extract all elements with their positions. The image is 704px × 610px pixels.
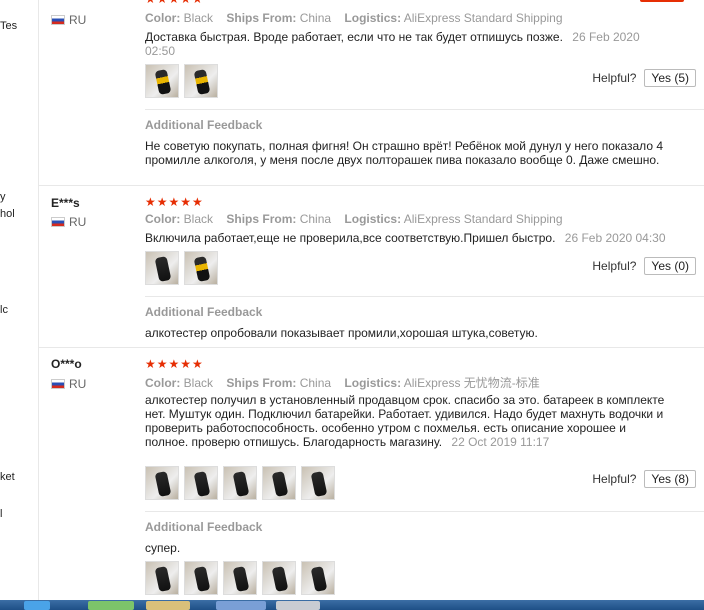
review-item: E***s RU ★★★★★ Color: Black Ships From: … bbox=[39, 186, 704, 348]
logistics-label: Logistics: bbox=[344, 11, 402, 25]
review-meta: Color: Black Ships From: China Logistics… bbox=[145, 11, 573, 25]
review-meta: Color: Black Ships From: China Logistics… bbox=[145, 374, 550, 391]
review-photos bbox=[145, 466, 335, 500]
feedback-photo-thumb[interactable] bbox=[262, 561, 296, 595]
review-text: Доставка быстрая. Вроде работает, если ч… bbox=[145, 30, 663, 58]
reviewer-name: E***s bbox=[51, 196, 80, 210]
helpful-label: Helpful? bbox=[592, 472, 637, 486]
color-value: Black bbox=[183, 376, 214, 390]
gutter-text: hol bbox=[0, 208, 15, 220]
additional-feedback-text: алкотестер опробовали показывает промили… bbox=[145, 326, 538, 340]
app-icon[interactable] bbox=[88, 601, 134, 610]
logistics-value: AliExpress Standard Shipping bbox=[403, 212, 563, 226]
review-photos bbox=[145, 251, 218, 285]
helpful-section: Helpful? Yes (5) bbox=[592, 69, 696, 87]
review-photo-thumb[interactable] bbox=[184, 64, 218, 98]
reviewer-country: RU bbox=[51, 13, 86, 27]
ships-from-label: Ships From: bbox=[226, 376, 297, 390]
gutter-text: lc bbox=[0, 304, 8, 316]
review-photo-thumb[interactable] bbox=[262, 466, 296, 500]
app-icon[interactable] bbox=[276, 601, 320, 610]
review-body: Доставка быстрая. Вроде работает, если ч… bbox=[145, 30, 563, 44]
review-meta: Color: Black Ships From: China Logistics… bbox=[145, 212, 573, 226]
reviewer-country: RU bbox=[51, 377, 86, 391]
gutter-text: ket bbox=[0, 471, 15, 483]
feedback-divider bbox=[145, 109, 704, 110]
country-code: RU bbox=[69, 215, 87, 229]
ships-from-value: China bbox=[299, 212, 332, 226]
review-photo-thumb[interactable] bbox=[145, 466, 179, 500]
color-value: Black bbox=[183, 11, 214, 25]
review-date: 22 Oct 2019 11:17 bbox=[451, 435, 550, 449]
logistics-label: Logistics: bbox=[344, 376, 402, 390]
color-label: Color: bbox=[145, 11, 181, 25]
color-value: Black bbox=[183, 212, 214, 226]
helpful-yes-button[interactable]: Yes (0) bbox=[644, 257, 696, 275]
rating-stars: ★★★★★ bbox=[145, 195, 204, 209]
feedback-divider bbox=[145, 511, 704, 512]
review-photo-thumb[interactable] bbox=[184, 251, 218, 285]
additional-feedback-label: Additional Feedback bbox=[145, 118, 263, 132]
feedback-photo-thumb[interactable] bbox=[184, 561, 218, 595]
gutter-text: l bbox=[0, 508, 3, 520]
review-item: ★★★★★ RU Color: Black Ships From: China … bbox=[39, 0, 704, 186]
review-photo-thumb[interactable] bbox=[184, 466, 218, 500]
feedback-photos bbox=[145, 561, 335, 595]
review-photo-thumb[interactable] bbox=[145, 251, 179, 285]
review-item: O***o RU ★★★★★ Color: Black Ships From: … bbox=[39, 348, 704, 600]
reviewer-name: O***o bbox=[51, 357, 82, 371]
rating-stars: ★★★★★ bbox=[145, 0, 204, 6]
country-code: RU bbox=[69, 377, 87, 391]
helpful-yes-button[interactable]: Yes (5) bbox=[644, 69, 696, 87]
helpful-section: Helpful? Yes (8) bbox=[592, 470, 696, 488]
additional-feedback-label: Additional Feedback bbox=[145, 520, 263, 534]
review-body: алкотестер получил в установленный прода… bbox=[145, 393, 665, 449]
feedback-divider bbox=[145, 296, 704, 297]
feedback-photo-thumb[interactable] bbox=[145, 561, 179, 595]
ships-from-label: Ships From: bbox=[226, 212, 297, 226]
color-label: Color: bbox=[145, 212, 181, 226]
helpful-yes-button[interactable]: Yes (8) bbox=[644, 470, 696, 488]
country-code: RU bbox=[69, 13, 87, 27]
ru-flag-icon bbox=[51, 15, 65, 25]
feedback-photo-thumb[interactable] bbox=[301, 561, 335, 595]
additional-feedback-text: супер. bbox=[145, 541, 181, 555]
review-photos bbox=[145, 64, 218, 98]
review-date: 26 Feb 2020 04:30 bbox=[564, 231, 666, 245]
ie-icon[interactable] bbox=[24, 601, 50, 610]
helpful-section: Helpful? Yes (0) bbox=[592, 257, 696, 275]
reviewer-country: RU bbox=[51, 215, 86, 229]
review-photo-thumb[interactable] bbox=[223, 466, 257, 500]
ships-from-value: China bbox=[299, 11, 332, 25]
review-text: Включила работает,еще не проверила,все с… bbox=[145, 231, 685, 245]
additional-feedback-label: Additional Feedback bbox=[145, 305, 263, 319]
helpful-label: Helpful? bbox=[592, 259, 637, 273]
logistics-value: AliExpress Standard Shipping bbox=[403, 11, 563, 25]
helpful-label: Helpful? bbox=[592, 71, 637, 85]
ships-from-value: China bbox=[299, 376, 332, 390]
app-icon[interactable] bbox=[216, 601, 266, 610]
review-photo-thumb[interactable] bbox=[145, 64, 179, 98]
rating-stars: ★★★★★ bbox=[145, 357, 204, 371]
gutter-text: y bbox=[0, 191, 6, 203]
windows-taskbar bbox=[0, 600, 704, 610]
logistics-label: Logistics: bbox=[344, 212, 402, 226]
review-text: алкотестер получил в установленный прода… bbox=[145, 393, 665, 449]
logistics-value: AliExpress 无忧物流-标准 bbox=[403, 376, 540, 390]
feedback-photo-thumb[interactable] bbox=[223, 561, 257, 595]
review-photo-thumb[interactable] bbox=[301, 466, 335, 500]
ru-flag-icon bbox=[51, 379, 65, 389]
ships-from-label: Ships From: bbox=[226, 11, 297, 25]
ru-flag-icon bbox=[51, 217, 65, 227]
color-label: Color: bbox=[145, 376, 181, 390]
gutter-text: Tes bbox=[0, 20, 18, 32]
additional-feedback-text: Не советую покупать, полная фигня! Он ст… bbox=[145, 139, 664, 167]
explorer-icon[interactable] bbox=[146, 601, 190, 610]
review-body: Включила работает,еще не проверила,все с… bbox=[145, 231, 556, 245]
